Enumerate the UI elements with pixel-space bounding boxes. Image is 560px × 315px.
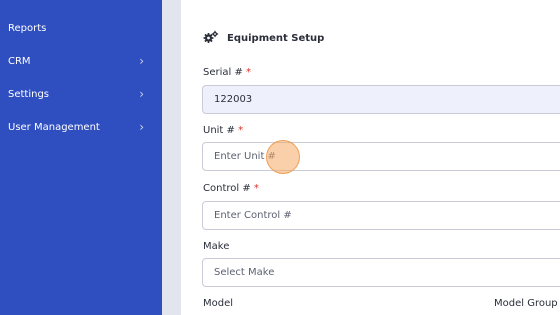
model-label: Model <box>203 298 234 309</box>
chevron-right-icon: › <box>139 54 144 68</box>
sidebar-item-reports[interactable]: Reports <box>0 17 162 39</box>
section-header: Equipment Setup <box>203 30 324 46</box>
section-title: Equipment Setup <box>227 32 325 44</box>
make-select-placeholder: Select Make <box>214 267 275 278</box>
control-label: Control # * <box>203 183 259 194</box>
sidebar-item-label: Settings <box>8 88 50 100</box>
sidebar-item-label: CRM <box>8 55 31 67</box>
control-field-placeholder: Enter Control # <box>214 210 292 221</box>
sidebar-item-label: User Management <box>8 121 100 133</box>
required-marker: * <box>253 183 259 194</box>
required-marker: * <box>238 125 244 136</box>
main-content: Equipment Setup Serial # * 122003 Unit #… <box>181 0 560 315</box>
make-label: Make <box>203 241 230 252</box>
sidebar-item-user-management[interactable]: User Management › <box>0 116 162 138</box>
make-select[interactable]: Select Make <box>202 258 560 287</box>
unit-field[interactable]: Enter Unit # <box>202 142 560 171</box>
layout-gutter <box>162 0 181 315</box>
control-field[interactable]: Enter Control # <box>202 201 560 230</box>
sidebar-item-settings[interactable]: Settings › <box>0 83 162 105</box>
sidebar: Reports CRM › Settings › User Management… <box>0 0 162 315</box>
serial-field-value: 122003 <box>214 94 253 105</box>
chevron-right-icon: › <box>139 87 144 101</box>
gears-icon <box>203 30 219 47</box>
sidebar-item-crm[interactable]: CRM › <box>0 50 162 72</box>
serial-field[interactable]: 122003 <box>202 85 560 114</box>
serial-label: Serial # * <box>203 67 252 78</box>
required-marker: * <box>246 67 252 78</box>
unit-label: Unit # * <box>203 125 244 136</box>
chevron-right-icon: › <box>139 120 144 134</box>
model-group-label: Model Group <box>494 298 558 309</box>
sidebar-item-label: Reports <box>8 22 47 34</box>
unit-field-placeholder: Enter Unit # <box>214 151 276 162</box>
